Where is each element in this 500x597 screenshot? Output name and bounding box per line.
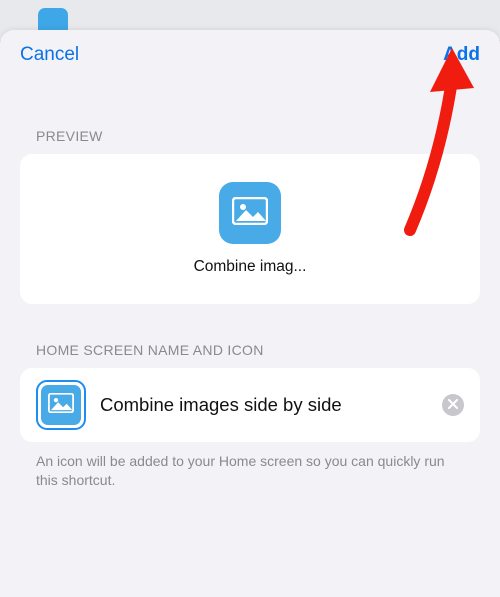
name-icon-card	[20, 368, 480, 442]
nav-bar: Cancel Add	[0, 30, 500, 80]
shortcut-name-input[interactable]	[100, 394, 428, 416]
preview-card: Combine imag...	[20, 154, 480, 304]
add-to-home-screen-sheet: Cancel Add PREVIEW Combine imag... HOME …	[0, 30, 500, 597]
cancel-button[interactable]: Cancel	[20, 44, 79, 66]
sheet-content: PREVIEW Combine imag... HOME SCREEN NAME…	[0, 80, 500, 490]
icon-thumbnail	[41, 385, 81, 425]
clear-text-button[interactable]	[442, 394, 464, 416]
preview-app-label: Combine imag...	[194, 258, 307, 276]
add-button[interactable]: Add	[443, 44, 480, 66]
preview-section-header: PREVIEW	[20, 128, 480, 144]
icon-picker-button[interactable]	[36, 380, 86, 430]
x-icon	[448, 396, 458, 414]
name-icon-section-header: HOME SCREEN NAME AND ICON	[20, 342, 480, 358]
footnote-text: An icon will be added to your Home scree…	[20, 442, 480, 490]
photo-icon	[48, 393, 74, 418]
preview-app-icon	[219, 182, 281, 244]
photo-icon	[232, 197, 268, 230]
